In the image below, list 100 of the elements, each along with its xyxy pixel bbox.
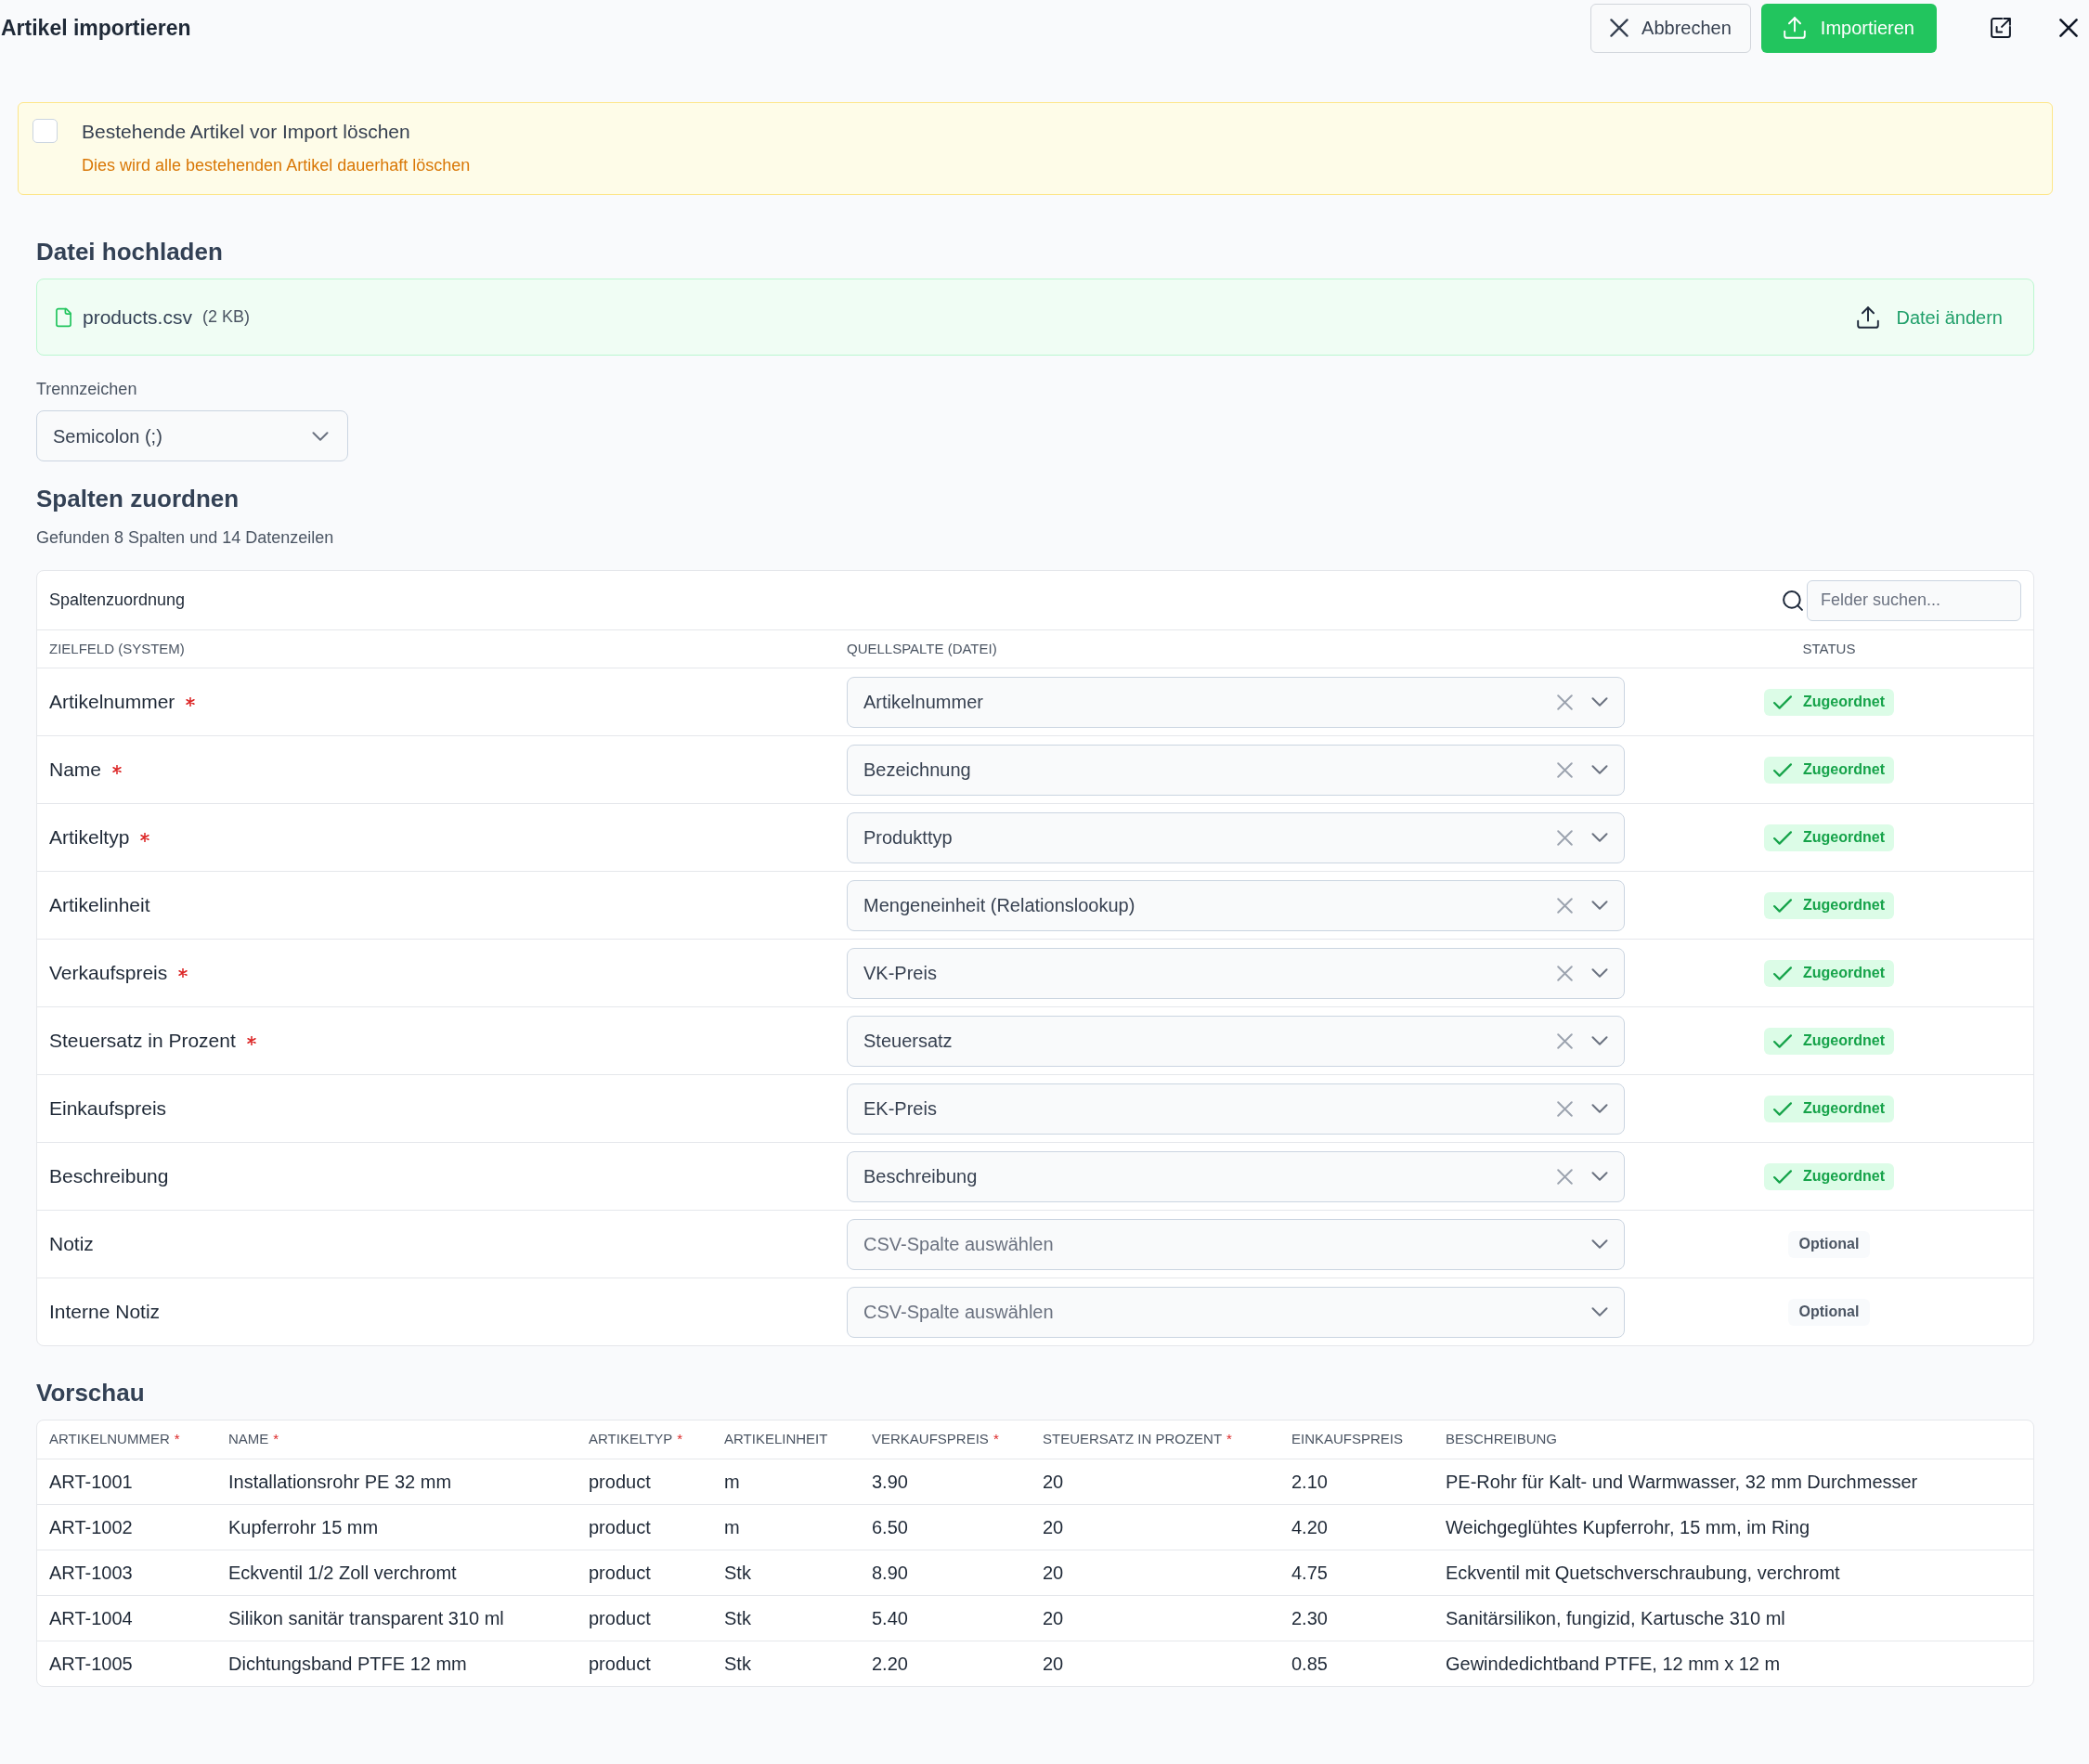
table-cell-text: 20 xyxy=(1043,1562,1064,1585)
table-cell-text: Eckventil mit Quetschverschraubung, verchromt xyxy=(1446,1562,1840,1585)
column-select[interactable]: CSV-Spalte auswählen xyxy=(847,1286,1625,1338)
column-header: STATUS xyxy=(1802,639,1856,658)
column-select[interactable]: Beschreibung xyxy=(847,1150,1625,1202)
status-badge: Zugeordnet xyxy=(1764,688,1894,716)
table-cell-text: product xyxy=(589,1471,651,1494)
column-header: ZIELFELD (SYSTEM) xyxy=(49,639,185,658)
file-icon xyxy=(56,306,71,328)
chevron-down-icon xyxy=(1591,1307,1608,1317)
table-cell-text: Dichtungsband PTFE 12 mm xyxy=(228,1653,467,1676)
column-header: ARTIKELINHEIT xyxy=(724,1430,828,1449)
table-cell-text: 20 xyxy=(1043,1471,1064,1494)
clear-icon[interactable] xyxy=(1557,965,1573,981)
status-badge: Zugeordnet xyxy=(1764,756,1894,784)
status-badge: Zugeordnet xyxy=(1764,1027,1894,1055)
table-cell-text: Weichgeglühtes Kupferrohr, 15 mm, im Ring xyxy=(1446,1516,1810,1539)
table-cell-text: 2.20 xyxy=(872,1653,908,1676)
column-header: QUELLSPALTE (DATEI) xyxy=(847,639,997,658)
table-cell-text: m xyxy=(724,1516,740,1539)
select-value: Beschreibung xyxy=(863,1165,979,1188)
field-label: Name xyxy=(49,758,102,783)
checkbox[interactable] xyxy=(32,119,58,143)
upload-icon xyxy=(1857,305,1880,329)
column-header: STEUERSATZ IN PROZENT * xyxy=(1043,1430,1232,1449)
field-label: Verkaufspreis xyxy=(49,961,168,986)
warning-hint: Dies wird alle bestehenden Artikel dauerhaft löschen xyxy=(82,155,471,176)
column-header: NAME * xyxy=(228,1430,279,1449)
close-icon[interactable] xyxy=(2059,19,2078,37)
table-cell-text: Gewindedichtband PTFE, 12 mm x 12 m xyxy=(1446,1653,1781,1676)
table-cell-text: 3.90 xyxy=(872,1471,908,1494)
clear-icon[interactable] xyxy=(1557,829,1573,846)
table-cell-text: Stk xyxy=(724,1607,751,1630)
field-label: Trennzeichen xyxy=(36,379,138,400)
field-label: Artikeltyp xyxy=(49,825,130,850)
table-cell-text: Silikon sanitär transparent 310 ml xyxy=(228,1607,504,1630)
table-cell-text: Stk xyxy=(724,1653,751,1676)
check-icon xyxy=(1773,1101,1792,1116)
check-icon xyxy=(1773,830,1792,845)
table-cell-text: 8.90 xyxy=(872,1562,908,1585)
status-badge: Zugeordnet xyxy=(1764,824,1894,851)
check-icon xyxy=(1773,694,1792,709)
select-value: Semicolon (;) xyxy=(53,424,163,448)
search-field[interactable]: Felder suchen... xyxy=(1807,579,2021,621)
column-header: ARTIKELTYP * xyxy=(589,1430,683,1449)
upload-icon xyxy=(1783,17,1806,39)
clear-icon[interactable] xyxy=(1557,1100,1573,1117)
status-badge: Zugeordnet xyxy=(1764,1162,1894,1190)
clear-icon[interactable] xyxy=(1557,761,1573,778)
clear-icon[interactable] xyxy=(1557,1032,1573,1049)
field-label: Steuersatz in Prozent xyxy=(49,1029,236,1054)
table-cell-text: 0.85 xyxy=(1291,1653,1328,1676)
column-header: VERKAUFSPREIS * xyxy=(872,1430,999,1449)
column-header: BESCHREIBUNG xyxy=(1446,1430,1558,1449)
field-label: Notiz xyxy=(49,1232,94,1257)
column-select[interactable]: Steuersatz xyxy=(847,1015,1625,1067)
close-icon xyxy=(1610,19,1629,37)
expand-icon[interactable] xyxy=(1991,18,2011,38)
select-value: Steuersatz xyxy=(863,1030,954,1053)
column-select[interactable]: CSV-Spalte auswählen xyxy=(847,1218,1625,1270)
file-name: products.csv xyxy=(83,305,192,330)
chevron-down-icon xyxy=(312,431,329,441)
select-value: Bezeichnung xyxy=(863,759,972,782)
clear-icon[interactable] xyxy=(1557,897,1573,914)
table-cell-text: product xyxy=(589,1516,651,1539)
column-select[interactable]: VK-Preis xyxy=(847,947,1625,999)
select-value: VK-Preis xyxy=(863,962,938,985)
delimiter-select[interactable]: Semicolon (;) xyxy=(36,410,348,461)
status-badge: Zugeordnet xyxy=(1764,1095,1894,1122)
column-select[interactable]: Produkttyp xyxy=(847,811,1625,863)
column-select[interactable]: Bezeichnung xyxy=(847,744,1625,796)
table-cell-text: 4.20 xyxy=(1291,1516,1328,1539)
select-placeholder: CSV-Spalte auswählen xyxy=(863,1301,1055,1324)
clear-icon[interactable] xyxy=(1557,1168,1573,1185)
column-select[interactable]: Artikelnummer xyxy=(847,676,1625,728)
card-title: Spaltenzuordnung xyxy=(49,590,187,611)
section-heading: Vorschau xyxy=(36,1378,146,1408)
table-cell-text: PE-Rohr für Kalt- und Warmwasser, 32 mm Durchmesser xyxy=(1446,1471,1918,1494)
check-icon xyxy=(1773,1033,1792,1048)
chevron-down-icon xyxy=(1591,1036,1608,1045)
section-heading: Spalten zuordnen xyxy=(36,484,240,514)
column-select[interactable]: EK-Preis xyxy=(847,1083,1625,1135)
chevron-down-icon xyxy=(1591,968,1608,978)
chevron-down-icon xyxy=(1591,765,1608,774)
table-cell-text: ART-1004 xyxy=(49,1607,133,1630)
select-placeholder: CSV-Spalte auswählen xyxy=(863,1233,1055,1256)
field-label: Artikelinheit xyxy=(49,893,150,918)
table-cell-text: 20 xyxy=(1043,1607,1064,1630)
table-cell-text: Kupferrohr 15 mm xyxy=(228,1516,379,1539)
table-cell-text: 4.75 xyxy=(1291,1562,1328,1585)
column-select[interactable]: Mengeneinheit (Relationslookup) xyxy=(847,879,1625,931)
cancel-button[interactable]: Abbrechen xyxy=(1590,3,1751,53)
chevron-down-icon xyxy=(1591,1104,1608,1113)
table-cell-text: 5.40 xyxy=(872,1607,908,1630)
table-cell-text: Sanitärsilikon, fungizid, Kartusche 310 ml xyxy=(1446,1607,1785,1630)
table-cell-text: 2.10 xyxy=(1291,1471,1328,1494)
clear-icon[interactable] xyxy=(1557,694,1573,710)
window-title: Artikel importieren xyxy=(0,14,191,42)
table-cell-text: ART-1003 xyxy=(49,1562,133,1585)
table-cell-text: 6.50 xyxy=(872,1516,908,1539)
